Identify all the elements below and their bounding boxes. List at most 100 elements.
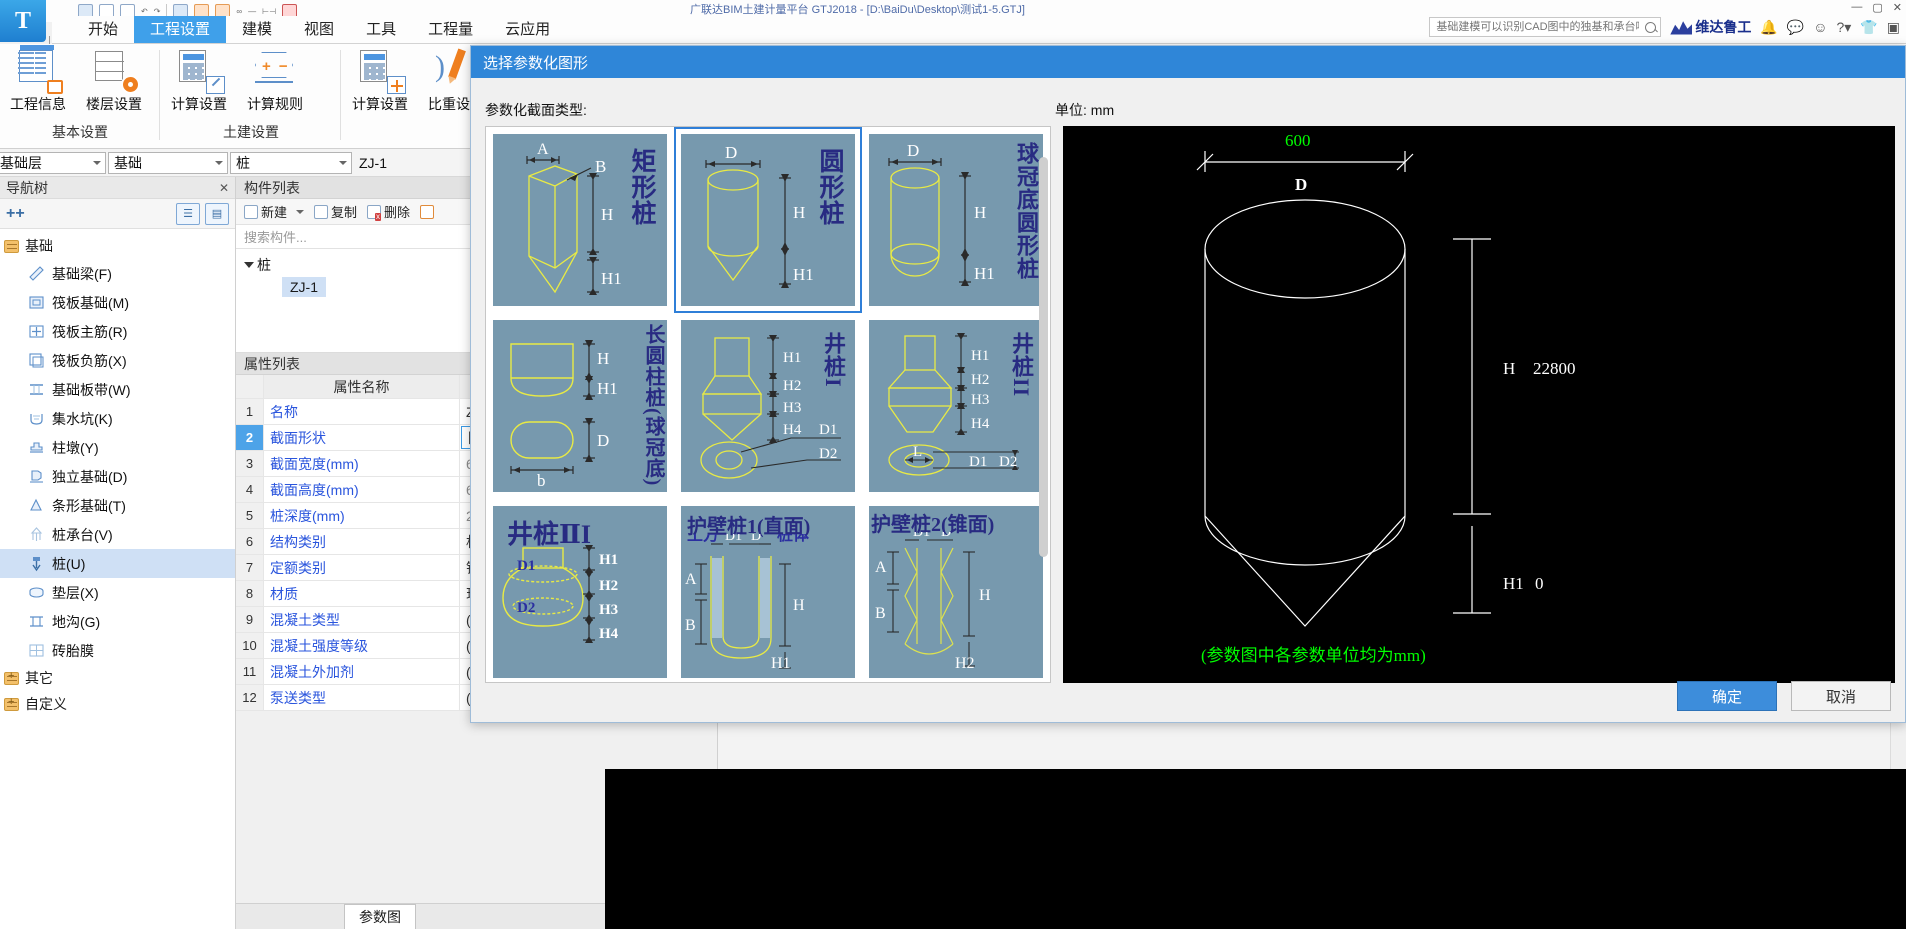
list-item[interactable]: ZJ-1 xyxy=(282,277,326,297)
shape-card-long-cyl-pile[interactable]: H H1 D b 长圆柱桩(球冠底) xyxy=(486,313,674,499)
sidebar-item-isolated-footing[interactable]: 独立基础(D) xyxy=(0,462,235,491)
nav-toolbar[interactable]: ++ ☰ ▤ xyxy=(0,199,235,229)
sidebar-item-foundation-beam[interactable]: 基础梁(F) xyxy=(0,259,235,288)
shape-card-grid[interactable]: A B H H1 矩形桩 D H H1 圆形桩 D H H1 球冠底圆形桩 H … xyxy=(486,127,1050,682)
tab-tools[interactable]: 工具 xyxy=(350,16,412,43)
sidebar-item-raft-negative-rebar[interactable]: 筏板负筋(X) xyxy=(0,346,235,375)
search-input[interactable] xyxy=(1434,20,1642,34)
bell-icon[interactable]: 🔔 xyxy=(1760,19,1777,36)
shape-card-retaining-pile-2[interactable]: 护壁桩2(锥面) D1 D A B H H2 xyxy=(862,499,1050,682)
tab-quantity[interactable]: 工程量 xyxy=(412,16,489,43)
header-right-cluster[interactable]: 维达鲁工 🔔 💬 ☺ ?▾ 👕 ▣ xyxy=(1429,14,1900,40)
expand-triangle-icon[interactable] xyxy=(244,262,254,268)
sidebar-item-slab-band[interactable]: 基础板带(W) xyxy=(0,375,235,404)
sidebar-item-pile-cap[interactable]: 桩承台(V) xyxy=(0,520,235,549)
layer-component-button[interactable] xyxy=(420,204,435,219)
sidebar-item-raft-foundation[interactable]: 筏板基础(M) xyxy=(0,288,235,317)
new-label: 新建 xyxy=(261,205,288,220)
delete-component-button[interactable]: 删除 xyxy=(367,202,410,221)
copy-label: 复制 xyxy=(331,205,358,220)
ribbon-button-floor-settings[interactable]: 楼层设置 xyxy=(76,48,152,114)
minus-icon[interactable]: — xyxy=(248,7,256,16)
smiley-icon[interactable]: ☺ xyxy=(1813,19,1827,35)
shape-card-sphere-round-pile[interactable]: D H H1 球冠底圆形桩 xyxy=(862,127,1050,313)
sidebar-item-column-pier[interactable]: 柱墩(Y) xyxy=(0,433,235,462)
help-icon[interactable]: ?▾ xyxy=(1837,19,1852,36)
list-view-icon[interactable]: ☰ xyxy=(176,202,200,225)
ribbon-button-calc-rules[interactable]: + − 计算规则 xyxy=(237,48,313,114)
confirm-button[interactable]: 确定 xyxy=(1677,681,1777,711)
nav-root-other[interactable]: 其它 xyxy=(0,665,235,691)
category-selector[interactable]: 基础 xyxy=(108,151,228,174)
tab-project-settings[interactable]: 工程设置 xyxy=(134,16,227,43)
redo-icon[interactable]: ↷ xyxy=(154,7,161,16)
tab-parametric-diagram[interactable]: 参数图 xyxy=(344,904,416,929)
shape-card-round-pile[interactable]: D H H1 圆形桩 xyxy=(674,127,862,313)
shape-card-well-pile-1[interactable]: H1 H2 H3 H4 D1 D2 井桩I xyxy=(674,313,862,499)
component-type-selector[interactable]: 桩 xyxy=(230,151,352,174)
tab-start[interactable]: 开始 xyxy=(72,16,134,43)
category-selector-value: 基础 xyxy=(114,154,142,171)
ribbon-button-calc-settings[interactable]: 计算设置 xyxy=(161,48,237,114)
undo-icon[interactable]: ↶ xyxy=(141,7,148,16)
window-controls[interactable]: — ▢ ✕ xyxy=(1851,1,1902,14)
ribbon-button-project-info[interactable]: 工程信息 xyxy=(0,45,76,114)
add-icon[interactable]: ++ xyxy=(6,205,25,223)
account-brand[interactable]: 维达鲁工 xyxy=(1670,17,1751,37)
canvas-dark-area[interactable] xyxy=(605,769,1906,929)
tab-view[interactable]: 视图 xyxy=(288,16,350,43)
row-name: 混凝土外加剂 xyxy=(264,659,460,684)
sidebar-item-pile[interactable]: 桩(U) xyxy=(0,549,235,578)
nav-tree[interactable]: 基础 基础梁(F) 筏板基础(M) 筏板主筋(R) 筏板负筋(X) 基础板带(W… xyxy=(0,229,235,717)
copy-component-button[interactable]: 复制 xyxy=(314,202,357,221)
search-icon[interactable] xyxy=(1645,21,1657,33)
card-scrollbar-thumb[interactable] xyxy=(1039,157,1048,557)
shape-card-retaining-pile-1[interactable]: 护壁桩1(直面) 土方 D1 D 桩体 A B H H1 xyxy=(674,499,862,682)
svg-text:H: H xyxy=(793,597,805,614)
nav-root-custom[interactable]: 自定义 xyxy=(0,691,235,717)
chevron-down-icon[interactable] xyxy=(296,209,305,214)
sidebar-item-sump-pit[interactable]: 集水坑(K) xyxy=(0,404,235,433)
shape-card-rect-pile[interactable]: A B H H1 矩形桩 xyxy=(486,127,674,313)
chevron-down-icon[interactable] xyxy=(339,160,347,165)
svg-text:b: b xyxy=(537,471,546,490)
ribbon-button-calc-settings-2[interactable]: 计算设置 xyxy=(342,48,418,114)
trench-icon xyxy=(28,613,45,630)
shape-card-pane[interactable]: A B H H1 矩形桩 D H H1 圆形桩 D H H1 球冠底圆形桩 H … xyxy=(485,126,1051,683)
shape-card-well-pile-3[interactable]: 井桩ⅡI D1 D2 H1 H2 H3 H4 xyxy=(486,499,674,682)
floor-selector[interactable]: 基础层 xyxy=(0,151,106,174)
search-box[interactable] xyxy=(1429,17,1662,37)
sidebar-item-cushion[interactable]: 垫层(X) xyxy=(0,578,235,607)
sidebar-item-brick-formwork[interactable]: 砖胎膜 xyxy=(0,636,235,665)
tab-cloud-apps[interactable]: 云应用 xyxy=(489,16,566,43)
message-icon[interactable]: 💬 xyxy=(1787,19,1804,36)
sump-pit-icon xyxy=(28,410,45,427)
component-name-display[interactable]: ZJ-1 xyxy=(354,152,474,174)
shape-thumb-well-pile-2: H1 H2 H3 H4 L D1 D2 井桩II xyxy=(869,320,1043,492)
row-index: 4 xyxy=(236,477,264,502)
sidebar-item-trench[interactable]: 地沟(G) xyxy=(0,607,235,636)
ribbon-label: 计算设置 xyxy=(171,96,227,112)
cancel-button[interactable]: 取消 xyxy=(1791,681,1891,711)
gift-icon[interactable]: 👕 xyxy=(1860,19,1877,36)
close-icon[interactable]: ✕ xyxy=(1893,1,1902,14)
sidebar-item-strip-footing[interactable]: 条形基础(T) xyxy=(0,491,235,520)
chevron-down-icon[interactable] xyxy=(215,160,223,165)
dim-icon[interactable]: ⊢⊣ xyxy=(262,7,276,16)
col-property-name: 属性名称 xyxy=(264,375,460,398)
tree-view-icon[interactable]: ▤ xyxy=(205,202,229,225)
chevron-down-icon[interactable] xyxy=(93,160,101,165)
nav-root-foundation[interactable]: 基础 xyxy=(0,233,235,259)
sidebar-item-raft-main-rebar[interactable]: 筏板主筋(R) xyxy=(0,317,235,346)
maximize-icon[interactable]: ▢ xyxy=(1872,1,1882,14)
window-icon[interactable]: ▣ xyxy=(1887,19,1900,36)
minimize-icon[interactable]: — xyxy=(1851,1,1862,14)
shape-card-well-pile-2[interactable]: H1 H2 H3 H4 L D1 D2 井桩II xyxy=(862,313,1050,499)
tab-modeling[interactable]: 建模 xyxy=(226,16,288,43)
new-component-button[interactable]: 新建 xyxy=(244,202,305,221)
shape-card-title: 井桩II xyxy=(1009,332,1034,398)
svg-text:D: D xyxy=(907,141,919,160)
close-icon[interactable]: ✕ xyxy=(219,181,229,195)
dialog-footer[interactable]: 确定 取消 xyxy=(471,668,1906,724)
link-icon[interactable]: ∞ xyxy=(236,7,242,16)
